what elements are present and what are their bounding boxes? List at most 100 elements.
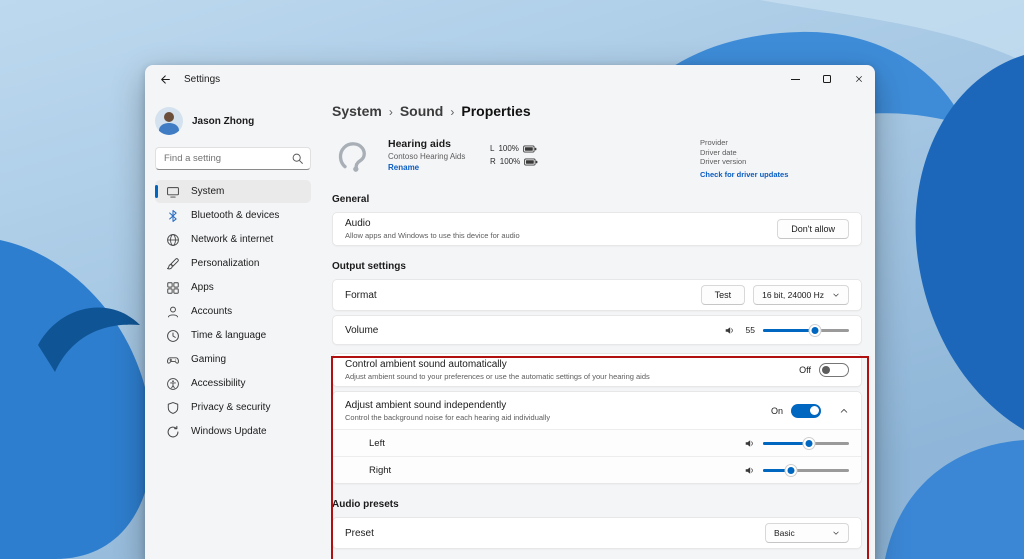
rename-link[interactable]: Rename	[388, 163, 484, 172]
sidebar-item-network-internet[interactable]: Network & internet	[155, 228, 311, 251]
left-channel-row: Left	[333, 429, 861, 456]
back-button[interactable]	[151, 69, 177, 89]
format-title: Format	[345, 290, 377, 301]
sidebar-item-gaming[interactable]: Gaming	[155, 348, 311, 371]
breadcrumb-separator: ›	[389, 105, 393, 119]
driver-info: Provider Driver date Driver version Chec…	[700, 138, 788, 179]
sidebar-item-accounts[interactable]: Accounts	[155, 300, 311, 323]
ambient-auto-subtitle: Adjust ambient sound to your preferences…	[345, 372, 650, 381]
maximize-button[interactable]	[811, 65, 843, 93]
globe-icon	[166, 233, 180, 247]
format-card: Format Test 16 bit, 24000 Hz	[332, 279, 862, 311]
battery-left-label: L	[490, 144, 494, 153]
volume-card: Volume 55	[332, 315, 862, 345]
preset-title: Preset	[345, 528, 374, 539]
ambient-auto-toggle[interactable]	[819, 363, 849, 377]
check-driver-updates-link[interactable]: Check for driver updates	[700, 170, 788, 180]
person-icon	[166, 305, 180, 319]
sidebar-item-label: Accessibility	[191, 378, 245, 389]
preset-dropdown[interactable]: Basic	[765, 523, 849, 543]
close-icon	[854, 74, 864, 84]
section-header-output: Output settings	[332, 261, 862, 272]
ambient-independent-expander: Adjust ambient sound independently Contr…	[332, 391, 862, 484]
sidebar-item-system[interactable]: System	[155, 180, 311, 203]
speaker-icon	[744, 438, 755, 449]
update-icon	[166, 425, 180, 439]
right-slider-thumb[interactable]	[785, 465, 796, 476]
battery-icon	[523, 145, 537, 153]
preset-card: Preset Basic	[332, 517, 862, 549]
bluetooth-icon	[166, 209, 180, 223]
clock-icon	[166, 329, 180, 343]
chevron-down-icon	[832, 529, 840, 537]
breadcrumb-sound[interactable]: Sound	[400, 103, 444, 119]
hearing-aid-icon	[332, 131, 378, 179]
minimize-button[interactable]	[779, 65, 811, 93]
ambient-independent-toggle[interactable]	[791, 404, 821, 418]
driver-provider: Provider	[700, 138, 788, 148]
sidebar-item-label: Windows Update	[191, 426, 267, 437]
audio-card: Audio Allow apps and Windows to use this…	[332, 212, 862, 246]
volume-value: 55	[743, 325, 755, 335]
breadcrumb-system[interactable]: System	[332, 103, 382, 119]
ambient-independent-toggle-label: On	[771, 406, 783, 416]
right-channel-label: Right	[369, 465, 391, 476]
battery-icon	[524, 158, 538, 166]
breadcrumb-separator: ›	[450, 105, 454, 119]
search-input[interactable]	[155, 147, 311, 170]
sidebar-item-label: Personalization	[191, 258, 259, 269]
collapse-button[interactable]	[839, 406, 849, 416]
format-value: 16 bit, 24000 Hz	[762, 290, 824, 300]
shield-icon	[166, 401, 180, 415]
left-channel-slider[interactable]	[763, 437, 849, 449]
audio-title: Audio	[345, 218, 520, 229]
left-channel-label: Left	[369, 438, 385, 449]
device-model: Contoso Hearing Aids	[388, 152, 484, 161]
battery-left-level: 100%	[498, 144, 518, 153]
sidebar: Jason Zhong System Bluetooth & devices	[145, 93, 317, 559]
volume-slider[interactable]	[763, 324, 849, 336]
apps-grid-icon	[166, 281, 180, 295]
sidebar-item-label: System	[191, 186, 224, 197]
speaker-icon	[724, 325, 735, 336]
ambient-independent-title: Adjust ambient sound independently	[345, 400, 550, 411]
sidebar-item-bluetooth-devices[interactable]: Bluetooth & devices	[155, 204, 311, 227]
titlebar: Settings	[145, 65, 875, 93]
brush-icon	[166, 257, 180, 271]
chevron-down-icon	[832, 291, 840, 299]
sidebar-item-privacy-security[interactable]: Privacy & security	[155, 396, 311, 419]
ambient-auto-toggle-label: Off	[799, 365, 811, 375]
audio-subtitle: Allow apps and Windows to use this devic…	[345, 231, 520, 240]
section-header-audio-presets: Audio presets	[332, 499, 862, 510]
right-channel-row: Right	[333, 456, 861, 483]
sidebar-item-apps[interactable]: Apps	[155, 276, 311, 299]
volume-title: Volume	[345, 325, 378, 336]
sidebar-item-label: Bluetooth & devices	[191, 210, 279, 221]
driver-version: Driver version	[700, 157, 788, 167]
left-slider-thumb[interactable]	[804, 438, 815, 449]
ambient-independent-subtitle: Control the background noise for each he…	[345, 413, 550, 422]
main-content: System › Sound › Properties Hearing aids…	[317, 93, 875, 559]
settings-window: Settings Jason Zhong	[145, 65, 875, 559]
battery-right-label: R	[490, 157, 496, 166]
close-button[interactable]	[843, 65, 875, 93]
maximize-icon	[823, 75, 831, 83]
page-title: Properties	[461, 103, 530, 119]
battery-right-level: 100%	[500, 157, 520, 166]
device-header: Hearing aids Contoso Hearing Aids Rename…	[332, 131, 862, 179]
test-button[interactable]: Test	[701, 285, 746, 305]
accessibility-icon	[166, 377, 180, 391]
user-profile: Jason Zhong	[155, 105, 311, 137]
search-icon	[291, 152, 304, 165]
ambient-auto-title: Control ambient sound automatically	[345, 359, 650, 370]
sidebar-item-windows-update[interactable]: Windows Update	[155, 420, 311, 443]
user-name: Jason Zhong	[192, 116, 254, 127]
sidebar-item-personalization[interactable]: Personalization	[155, 252, 311, 275]
dont-allow-button[interactable]: Don't allow	[777, 219, 849, 239]
format-dropdown[interactable]: 16 bit, 24000 Hz	[753, 285, 849, 305]
right-channel-slider[interactable]	[763, 464, 849, 476]
sidebar-item-time-language[interactable]: Time & language	[155, 324, 311, 347]
sidebar-item-accessibility[interactable]: Accessibility	[155, 372, 311, 395]
volume-slider-thumb[interactable]	[809, 325, 820, 336]
sidebar-item-label: Time & language	[191, 330, 266, 341]
